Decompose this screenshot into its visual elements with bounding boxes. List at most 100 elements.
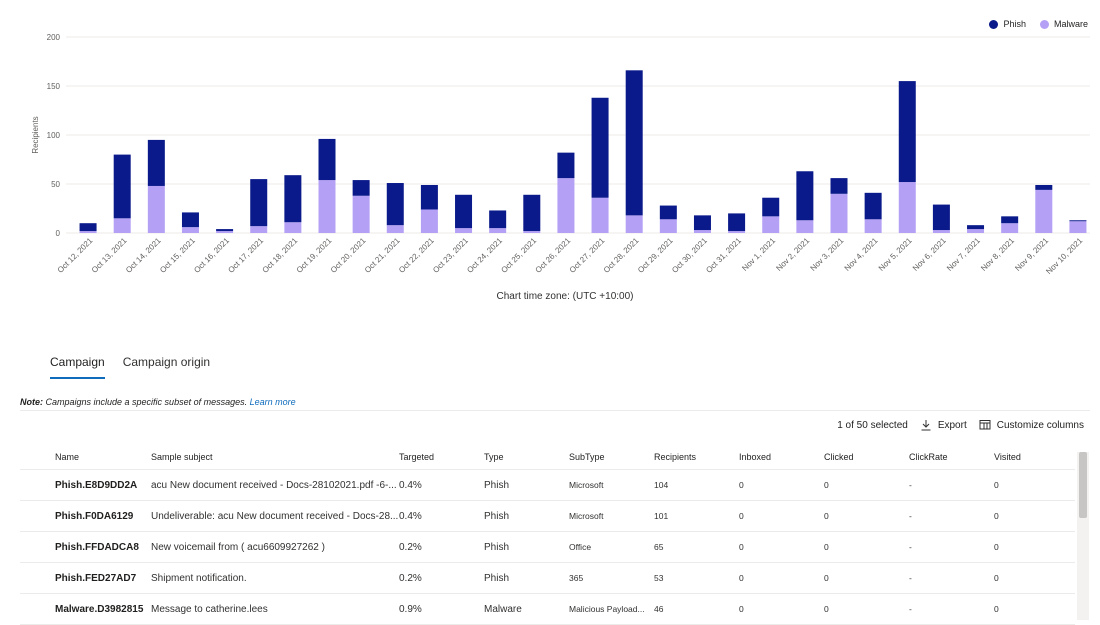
bar-phish <box>693 215 711 231</box>
header-clickrate[interactable]: ClickRate <box>909 452 994 462</box>
y-axis-label: Recipients <box>31 116 40 153</box>
cell-clickrate: - <box>909 604 912 614</box>
table-row[interactable]: Malware.D3982815 Message to catherine.lee… <box>20 594 1075 625</box>
export-button[interactable]: Export <box>920 419 967 431</box>
header-visited[interactable]: Visited <box>994 452 1064 462</box>
bar-phish <box>318 138 336 181</box>
cell-visited: 0 <box>994 480 999 490</box>
bar-malware <box>181 227 199 233</box>
bar-phish <box>659 205 677 220</box>
bar-malware <box>796 220 814 233</box>
bar-phish <box>796 171 814 221</box>
table-row[interactable]: Phish.FFDADCA8 New voicemail from ( acu66… <box>20 532 1075 563</box>
bar-phish <box>830 178 848 194</box>
legend-dot-malware <box>1039 19 1049 29</box>
bar-malware <box>147 185 165 233</box>
cell-type: Phish <box>484 479 510 491</box>
y-tick-label: 150 <box>47 82 61 91</box>
bar-malware <box>79 231 97 233</box>
cell-targeted: 0.2% <box>399 572 422 584</box>
table-row[interactable]: Phish.E8D9DD2A acu New document received … <box>20 470 1075 501</box>
bar-malware <box>386 225 404 233</box>
cell-targeted: 0.2% <box>399 541 422 553</box>
bar-malware <box>864 219 882 233</box>
cell-visited: 0 <box>994 604 999 614</box>
cell-inboxed: 0 <box>739 573 744 583</box>
x-tick-label: Nov 1, 2021 <box>740 236 777 273</box>
bar-malware <box>659 219 677 233</box>
y-tick-label: 100 <box>47 131 61 140</box>
selection-count: 1 of 50 selected <box>837 419 908 431</box>
table-body: Phish.E8D9DD2A acu New document received … <box>20 470 1075 625</box>
table-row[interactable]: Phish.FED27AD7 Shipment notification. 0.2%… <box>20 563 1075 594</box>
bar-malware <box>318 180 336 233</box>
cell-targeted: 0.9% <box>399 603 422 615</box>
header-clicked[interactable]: Clicked <box>824 452 909 462</box>
x-tick-label: Nov 2, 2021 <box>774 236 811 273</box>
cell-type: Malware <box>484 603 522 615</box>
download-icon <box>921 420 931 431</box>
table-scrollbar[interactable] <box>1077 452 1089 620</box>
note-body: Campaigns include a specific subset of m… <box>43 397 250 407</box>
bar-malware <box>932 230 950 233</box>
cell-type: Phish <box>484 572 510 584</box>
tab-list: Campaign Campaign origin <box>50 350 210 379</box>
y-tick-label: 50 <box>51 180 60 189</box>
x-tick-label: Nov 10, 2021 <box>1044 236 1084 276</box>
legend-item-phish[interactable]: Phish <box>989 19 1026 29</box>
x-tick-label: Nov 4, 2021 <box>843 236 880 273</box>
bar-phish <box>216 229 234 232</box>
header-subject[interactable]: Sample subject <box>151 452 399 462</box>
cell-clicked: 0 <box>824 604 829 614</box>
bar-malware <box>898 182 916 233</box>
learn-more-link[interactable]: Learn more <box>250 397 296 407</box>
export-label: Export <box>937 419 967 431</box>
bar-phish <box>864 192 882 220</box>
legend-label-phish: Phish <box>1003 19 1026 29</box>
x-tick-label: Nov 9, 2021 <box>1013 236 1050 273</box>
y-tick-label: 200 <box>47 33 61 42</box>
tab-campaign[interactable]: Campaign <box>50 350 105 379</box>
cell-subject: New voicemail from ( acu6609927262 ) <box>151 541 325 553</box>
bar-phish <box>523 194 541 232</box>
y-tick-label: 0 <box>56 229 61 238</box>
cell-clickrate: - <box>909 542 912 552</box>
bar-malware <box>1035 189 1053 233</box>
cell-recipients: 53 <box>654 573 664 583</box>
bar-malware <box>967 229 985 233</box>
bar-malware <box>113 218 131 233</box>
header-subtype[interactable]: SubType <box>569 452 654 462</box>
table-row[interactable]: Phish.F0DA6129 Undeliverable: acu New doc… <box>20 501 1075 532</box>
header-type[interactable]: Type <box>484 452 569 462</box>
recipients-bar-chart: 050100150200RecipientsOct 12, 2021Oct 13… <box>31 33 1090 276</box>
note-text: Note: Campaigns include a specific subse… <box>20 397 296 407</box>
legend-item-malware[interactable]: Malware <box>1039 19 1088 29</box>
header-targeted[interactable]: Targeted <box>399 452 484 462</box>
bar-malware <box>557 178 575 233</box>
bar-phish <box>762 197 780 217</box>
bar-phish <box>250 179 268 227</box>
bar-malware <box>455 228 473 233</box>
tab-campaign-origin[interactable]: Campaign origin <box>123 350 210 379</box>
header-name[interactable]: Name <box>55 452 151 462</box>
note-label: Note: <box>20 397 43 407</box>
bar-malware <box>352 195 370 233</box>
cell-targeted: 0.4% <box>399 510 422 522</box>
customize-columns-button[interactable]: Customize columns <box>979 419 1084 431</box>
bar-malware <box>762 216 780 233</box>
bar-phish <box>147 139 165 186</box>
cell-clicked: 0 <box>824 573 829 583</box>
header-recipients[interactable]: Recipients <box>654 452 739 462</box>
bar-phish <box>1069 220 1087 222</box>
cell-name: Phish.E8D9DD2A <box>55 479 138 491</box>
bar-phish <box>625 70 643 216</box>
x-tick-label: Nov 7, 2021 <box>945 236 982 273</box>
legend-label-malware: Malware <box>1053 19 1088 29</box>
header-inboxed[interactable]: Inboxed <box>739 452 824 462</box>
cell-type: Phish <box>484 541 510 553</box>
cell-type: Phish <box>484 510 510 522</box>
cell-subtype: 365 <box>569 573 584 583</box>
cell-subtype: Microsoft <box>569 511 604 521</box>
bar-phish <box>557 152 575 179</box>
scrollbar-thumb[interactable] <box>1079 452 1087 518</box>
